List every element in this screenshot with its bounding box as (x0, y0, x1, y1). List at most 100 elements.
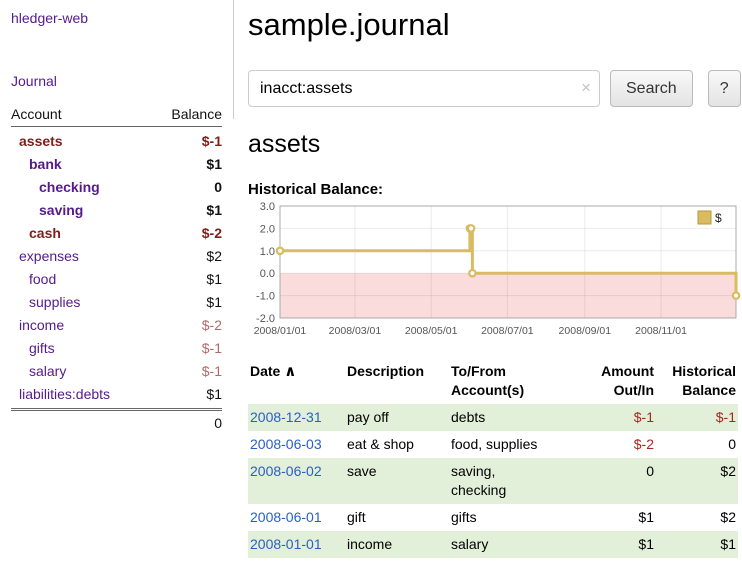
chart-x-tick-label: 2008/11/01 (635, 325, 687, 337)
accounts-header-balance-label: Balance (171, 106, 222, 122)
chart-legend-label: $ (715, 211, 722, 225)
register-header-date[interactable]: Date ∧ (248, 358, 345, 404)
account-row: expenses $2 (11, 245, 222, 268)
transaction-date-link[interactable]: 2008-01-01 (250, 536, 322, 552)
register-cell-description: save (345, 458, 449, 504)
register-cell-description: income (345, 531, 449, 558)
chart-x-tick-label: 2008/05/01 (405, 325, 458, 337)
register-cell-description: gift (345, 504, 449, 531)
register-cell-balance: $1 (656, 531, 738, 558)
search-box: × (248, 70, 600, 107)
account-balance: $1 (206, 383, 222, 406)
register-cell-amount: $-1 (580, 404, 656, 431)
chart-title: Historical Balance: (248, 181, 740, 198)
register-cell-balance: $2 (656, 458, 738, 504)
account-link-food[interactable]: food (11, 268, 56, 291)
register-header-balance-line1: Historical (658, 362, 736, 381)
accounts-list: assets$-1bank$1checking0saving$1cash$-2e… (11, 127, 222, 406)
chart-x-tick-label: 2008/01/01 (254, 325, 307, 337)
register-cell-amount: $1 (580, 531, 656, 558)
account-balance: $-1 (202, 360, 222, 383)
register-header-accounts-line2: Account(s) (451, 381, 578, 400)
journal-nav-link[interactable]: Journal (11, 73, 222, 89)
account-link-income[interactable]: income (11, 314, 64, 337)
main-content: sample.journal × Search ? assets Histori… (248, 0, 740, 558)
chart-point (277, 248, 283, 254)
chart-y-tick-label: 2.0 (260, 223, 275, 235)
account-link-bank[interactable]: bank (11, 153, 62, 176)
register-cell-description: pay off (345, 404, 449, 431)
register-header-accounts: To/From Account(s) (449, 358, 580, 404)
register-cell-date: 2008-06-01 (248, 504, 345, 531)
register-cell-accounts: debts (449, 404, 580, 431)
account-link-cash[interactable]: cash (11, 222, 61, 245)
register-cell-date: 2008-06-02 (248, 458, 345, 504)
register-account-line: gifts (451, 508, 578, 527)
register-header-description: Description (345, 358, 449, 404)
account-row: income $-2 (11, 314, 222, 337)
chart-y-tick-label: 0.0 (260, 268, 275, 280)
register-cell-balance: 0 (656, 431, 738, 458)
transaction-date-link[interactable]: 2008-06-01 (250, 509, 322, 525)
account-balance: 0 (214, 176, 222, 199)
historical-balance-chart: 3.02.01.00.0-1.0-2.02008/01/012008/03/01… (248, 201, 740, 346)
account-balance: $-2 (202, 222, 222, 245)
account-balance: $1 (206, 199, 222, 222)
register-table: Date ∧ Description To/From Account(s) Am… (248, 358, 738, 558)
register-row: 2008-06-02savesaving,checking0$2 (248, 458, 738, 504)
account-balance: $-2 (202, 314, 222, 337)
page-title: sample.journal (248, 7, 740, 43)
account-row: liabilities:debts $1 (11, 383, 222, 406)
accounts-header: Account Balance (11, 106, 222, 127)
transaction-date-link[interactable]: 2008-06-02 (250, 463, 322, 479)
account-row: bank$1 (11, 153, 222, 176)
sort-ascending-icon: ∧ (284, 363, 296, 380)
account-link-supplies[interactable]: supplies (11, 291, 80, 314)
chart-y-tick-label: 3.0 (260, 201, 275, 213)
register-cell-accounts: saving,checking (449, 458, 580, 504)
account-link-assets[interactable]: assets (11, 130, 63, 153)
register-cell-accounts: salary (449, 531, 580, 558)
chart-x-tick-label: 2008/03/01 (329, 325, 382, 337)
account-row: cash $-2 (11, 222, 222, 245)
register-cell-date: 2008-12-31 (248, 404, 345, 431)
account-heading: assets (248, 130, 740, 159)
app-title-link[interactable]: hledger-web (11, 10, 222, 26)
account-row: assets$-1 (11, 130, 222, 153)
account-link-expenses[interactable]: expenses (11, 245, 79, 268)
register-row: 2008-06-03eat & shopfood, supplies$-20 (248, 431, 738, 458)
help-button[interactable]: ? (708, 70, 741, 107)
transaction-date-link[interactable]: 2008-12-31 (250, 409, 322, 425)
account-link-checking[interactable]: checking (11, 176, 100, 199)
account-link-salary[interactable]: salary (11, 360, 66, 383)
account-link-saving[interactable]: saving (11, 199, 83, 222)
register-header-amount-line1: Amount (582, 362, 654, 381)
accounts-total-row: 0 (11, 408, 222, 435)
chart-y-tick-label: -2.0 (256, 313, 275, 325)
account-balance: $2 (206, 245, 222, 268)
chart-point (469, 270, 475, 276)
search-button[interactable]: Search (610, 70, 693, 107)
transaction-date-link[interactable]: 2008-06-03 (250, 436, 322, 452)
sidebar-divider (233, 0, 234, 119)
chart-y-tick-label: 1.0 (260, 246, 275, 258)
register-header-accounts-line1: To/From (451, 362, 578, 381)
account-balance: $1 (206, 268, 222, 291)
sidebar: hledger-web Journal Account Balance asse… (0, 0, 233, 435)
account-link-gifts[interactable]: gifts (11, 337, 55, 360)
register-account-line: debts (451, 408, 578, 427)
chart-x-tick-label: 2008/09/01 (559, 325, 612, 337)
register-cell-accounts: gifts (449, 504, 580, 531)
register-cell-balance: $-1 (656, 404, 738, 431)
register-cell-amount: $1 (580, 504, 656, 531)
chart-point (733, 292, 739, 298)
clear-search-icon[interactable]: × (581, 79, 591, 96)
register-header-amount: Amount Out/In (580, 358, 656, 404)
account-balance: $1 (206, 291, 222, 314)
register-header-date-label: Date (250, 363, 280, 379)
search-input[interactable] (248, 70, 600, 107)
register-account-line: food, supplies (451, 435, 578, 454)
accounts-header-account-label: Account (11, 106, 62, 122)
register-row: 2008-01-01incomesalary$1$1 (248, 531, 738, 558)
account-link-liabilities-debts[interactable]: liabilities:debts (11, 383, 110, 406)
